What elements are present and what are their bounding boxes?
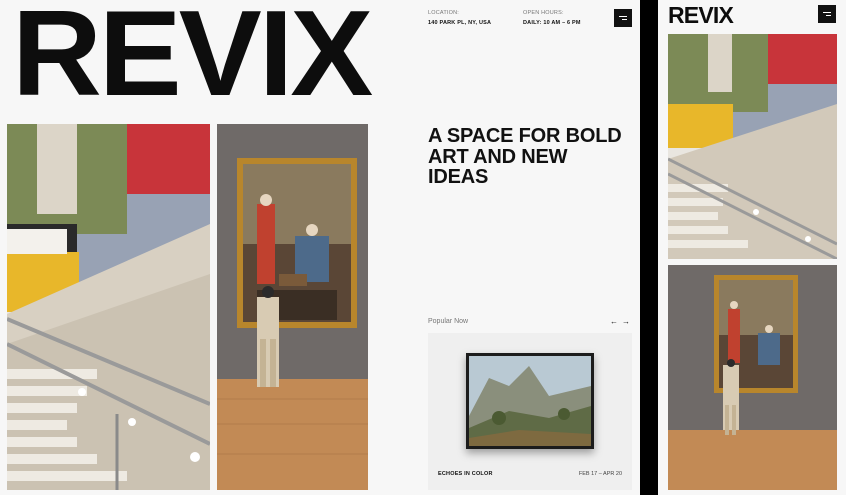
menu-button[interactable]: [614, 9, 632, 27]
desktop-page: REVIX LOCATION: 140 PARK PL, NY, USA OPE…: [0, 0, 640, 495]
carousel-arrows: ← →: [608, 317, 632, 326]
hours-label: OPEN HOURS:: [523, 10, 564, 16]
location-info: LOCATION: 140 PARK PL, NY, USA: [428, 10, 491, 26]
menu-button-mobile[interactable]: [818, 5, 836, 23]
popular-title: Popular Now: [428, 318, 469, 325]
mobile-page: REVIX: [658, 0, 846, 495]
staircase-image-mobile: [668, 34, 837, 259]
arrow-left-icon[interactable]: ←: [608, 317, 620, 326]
hero-headline: A SPACE FOR BOLD ART AND NEW IDEAS: [428, 125, 622, 188]
menu-icon: [823, 12, 831, 13]
hours-value: DAILY: 10 AM – 6 PM: [523, 20, 581, 26]
menu-icon: [619, 16, 627, 17]
brand-logo-mobile[interactable]: REVIX: [668, 2, 734, 29]
staircase-image: [7, 124, 210, 490]
card-dates: FEB 17 – APR 20: [578, 471, 622, 477]
gallery-image-mobile: [668, 265, 837, 490]
brand-logo[interactable]: REVIX: [12, 0, 373, 114]
hours-info: OPEN HOURS: DAILY: 10 AM – 6 PM: [523, 10, 581, 26]
gallery-image: [217, 124, 368, 490]
location-label: LOCATION:: [428, 10, 460, 16]
landscape-painting: [466, 353, 594, 449]
location-value: 140 PARK PL, NY, USA: [428, 20, 492, 26]
card-title: ECHOES IN COLOR: [438, 471, 493, 477]
exhibition-card[interactable]: ECHOES IN COLOR FEB 17 – APR 20: [428, 333, 632, 490]
arrow-right-icon[interactable]: →: [620, 317, 632, 326]
